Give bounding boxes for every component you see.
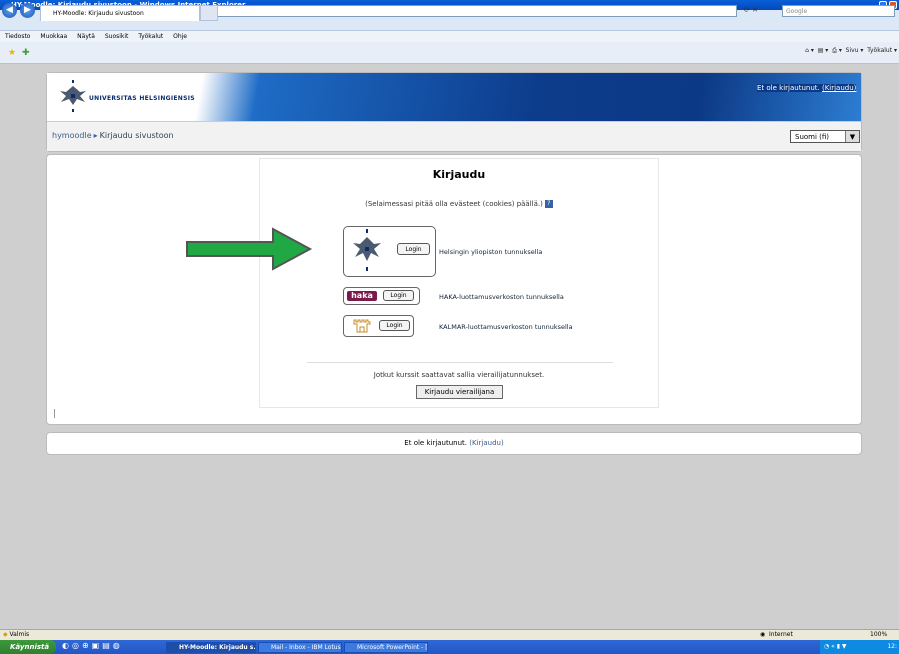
- forward-icon[interactable]: ▶: [20, 3, 35, 18]
- divider: [307, 362, 613, 363]
- helsinki-flame-logo: [60, 80, 86, 112]
- footer-login-link[interactable]: (Kirjaudu): [469, 439, 503, 447]
- clock: 12:: [887, 643, 897, 650]
- tab-moodle[interactable]: HY-Moodle: Kirjaudu sivustoon: [40, 5, 200, 21]
- green-arrow-icon: [186, 227, 313, 271]
- chevron-down-icon[interactable]: ▼: [845, 131, 859, 142]
- kalmar-login-button[interactable]: Login: [379, 320, 410, 331]
- kalmar-logo: [353, 319, 371, 333]
- favorites-star-icon[interactable]: ★: [8, 48, 16, 58]
- tray-icons[interactable]: ◔ « ▮ ▼: [824, 643, 847, 650]
- search-input[interactable]: Google: [782, 5, 895, 17]
- tab-bar: [0, 42, 899, 64]
- menu-view[interactable]: Näytä: [77, 33, 95, 40]
- new-tab-button[interactable]: [200, 5, 218, 21]
- menu-help[interactable]: Ohje: [173, 33, 187, 40]
- helsinki-login-button[interactable]: Login: [397, 243, 430, 255]
- task-moodle[interactable]: HY-Moodle: Kirjaudu s...: [166, 642, 256, 653]
- feeds-icon[interactable]: ▤ ▾: [818, 47, 829, 54]
- status-text: Valmis: [9, 631, 30, 638]
- taskbar: [0, 640, 899, 654]
- system-tray: ◔ « ▮ ▼ 12:: [820, 640, 899, 654]
- footer-status: Et ole kirjautunut.: [404, 439, 468, 447]
- haka-logo: haka: [347, 291, 377, 301]
- breadcrumb-separator-icon: ▸: [93, 131, 98, 140]
- university-name: UNIVERSITAS HELSINGIENSIS: [89, 95, 195, 102]
- breadcrumb: hymoodle ▸ Kirjaudu sivustoon: [52, 131, 174, 140]
- breadcrumb-current: Kirjaudu sivustoon: [99, 131, 174, 140]
- zone-text: Internet: [769, 631, 793, 638]
- footer-login-info: Et ole kirjautunut. (Kirjaudu): [46, 439, 862, 447]
- login-title: Kirjaudu: [432, 168, 486, 181]
- home-icon[interactable]: ⌂ ▾: [805, 47, 814, 54]
- login-status: Et ole kirjautunut.: [757, 84, 820, 92]
- tools-menu[interactable]: Työkalut: [867, 47, 892, 54]
- menu-favorites[interactable]: Suosikit: [105, 33, 129, 40]
- helsinki-flame-logo: [353, 229, 381, 271]
- haka-login-button[interactable]: Login: [383, 290, 414, 301]
- kalmar-login-label[interactable]: KALMAR-luottamusverkoston tunnuksella: [439, 323, 573, 331]
- text-cursor: [54, 409, 55, 418]
- page-status-icon: ◆: [3, 631, 8, 638]
- quick-launch-icons[interactable]: ◐◎⊕▣▤◍: [62, 641, 123, 650]
- back-icon[interactable]: ◀: [2, 3, 17, 18]
- haka-login-label[interactable]: HAKA-luottamusverkoston tunnuksella: [439, 293, 564, 301]
- menu-edit[interactable]: Muokkaa: [40, 33, 67, 40]
- help-icon[interactable]: ?: [544, 200, 553, 208]
- menu-bar: Tiedosto Muokkaa Näytä Suosikit Työkalut…: [0, 31, 899, 42]
- refresh-stop-icons[interactable]: ⟳ ✕: [744, 6, 774, 16]
- menu-tools[interactable]: Työkalut: [138, 33, 163, 40]
- cookie-note-text: (Selaimessasi pitää olla evästeet (cooki…: [365, 200, 543, 208]
- status-bar: ◆ Valmis ◉ Internet 100%: [0, 629, 899, 640]
- helsinki-login-label[interactable]: Helsingin yliopiston tunnuksella: [439, 248, 542, 256]
- breadcrumb-home[interactable]: hymoodle: [52, 131, 92, 140]
- guest-note: Jotkut kurssit saattavat sallia vieraili…: [373, 371, 545, 379]
- internet-zone-icon: ◉: [760, 631, 766, 638]
- print-icon[interactable]: ⎙ ▾: [832, 47, 842, 54]
- task-powerpoint[interactable]: Microsoft PowerPoint - [...: [344, 642, 428, 653]
- login-link[interactable]: (Kirjaudu): [822, 84, 856, 92]
- command-bar: ⌂ ▾ ▤ ▾ ⎙ ▾ Sivu ▾ Työkalut ▾: [805, 47, 897, 54]
- add-favorite-icon[interactable]: ✚: [22, 48, 30, 58]
- language-selected: Suomi (fi): [795, 133, 830, 141]
- guest-login-button[interactable]: Kirjaudu vierailijana: [416, 385, 503, 399]
- start-button[interactable]: Käynnistä: [0, 640, 56, 654]
- menu-file[interactable]: Tiedosto: [5, 33, 30, 40]
- page-menu[interactable]: Sivu: [846, 47, 859, 54]
- language-select[interactable]: Suomi (fi) ▼: [790, 130, 860, 143]
- task-lotus-mail[interactable]: Mail - Inbox - IBM Lotus ...: [258, 642, 342, 653]
- cookie-note: (Selaimessasi pitää olla evästeet (cooki…: [259, 200, 659, 208]
- login-info: Et ole kirjautunut. (Kirjaudu): [757, 84, 857, 92]
- zoom-level[interactable]: 100%: [870, 630, 887, 640]
